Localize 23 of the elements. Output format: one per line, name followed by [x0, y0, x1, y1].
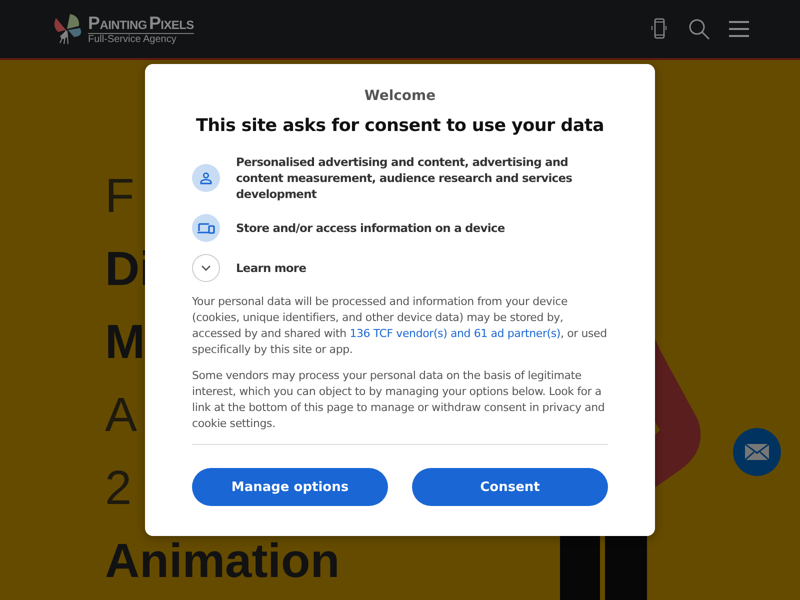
purpose-text: Store and/or access information on a device [236, 220, 505, 236]
consent-paragraph: Some vendors may process your personal data on the basis of legitimate interest, which you can object to by managing your options below. Look for a link at the bottom of this page to manage or withdraw consent in privacy and cookie settings. [192, 368, 606, 432]
hero-heading-text: Animation [105, 534, 340, 590]
mail-button[interactable] [733, 428, 781, 476]
dialog-welcome: Welcome [363, 88, 437, 104]
vendors-link[interactable]: 136 TCF vendor(s) and 61 ad partner(s) [350, 327, 561, 340]
manage-options-button[interactable]: Manage options [192, 468, 388, 506]
hero-heading-text: A [105, 388, 138, 444]
logo-tagline: Full-Service Agency [88, 32, 194, 44]
logo-word: PAINTING [88, 14, 147, 32]
person-icon [199, 171, 213, 185]
learn-more-text[interactable]: Learn more [236, 260, 306, 276]
consent-button[interactable]: Consent [412, 468, 608, 506]
hero-heading-text: 2 [105, 461, 132, 517]
hero-heading-text: F [105, 169, 134, 225]
logo-word: PIXELS [148, 14, 194, 32]
devices-icon [197, 222, 215, 234]
dialog-title: This site asks for consent to use your data [195, 116, 605, 136]
purpose-text: Personalised advertising and content, advertising and content measurement, audience research and services development [236, 154, 574, 202]
consent-paragraph: Your personal data will be processed and information from your device (cookies, unique identifiers, and other device data) may be stored by, accessed by and shared with 136 TCF vendor(s) and 61 ad partner(s), or used specifically by this site or app. [192, 294, 608, 358]
envelope-icon [745, 444, 769, 460]
hero-heading-text: M [105, 315, 145, 371]
chevron-down-icon [201, 265, 211, 271]
